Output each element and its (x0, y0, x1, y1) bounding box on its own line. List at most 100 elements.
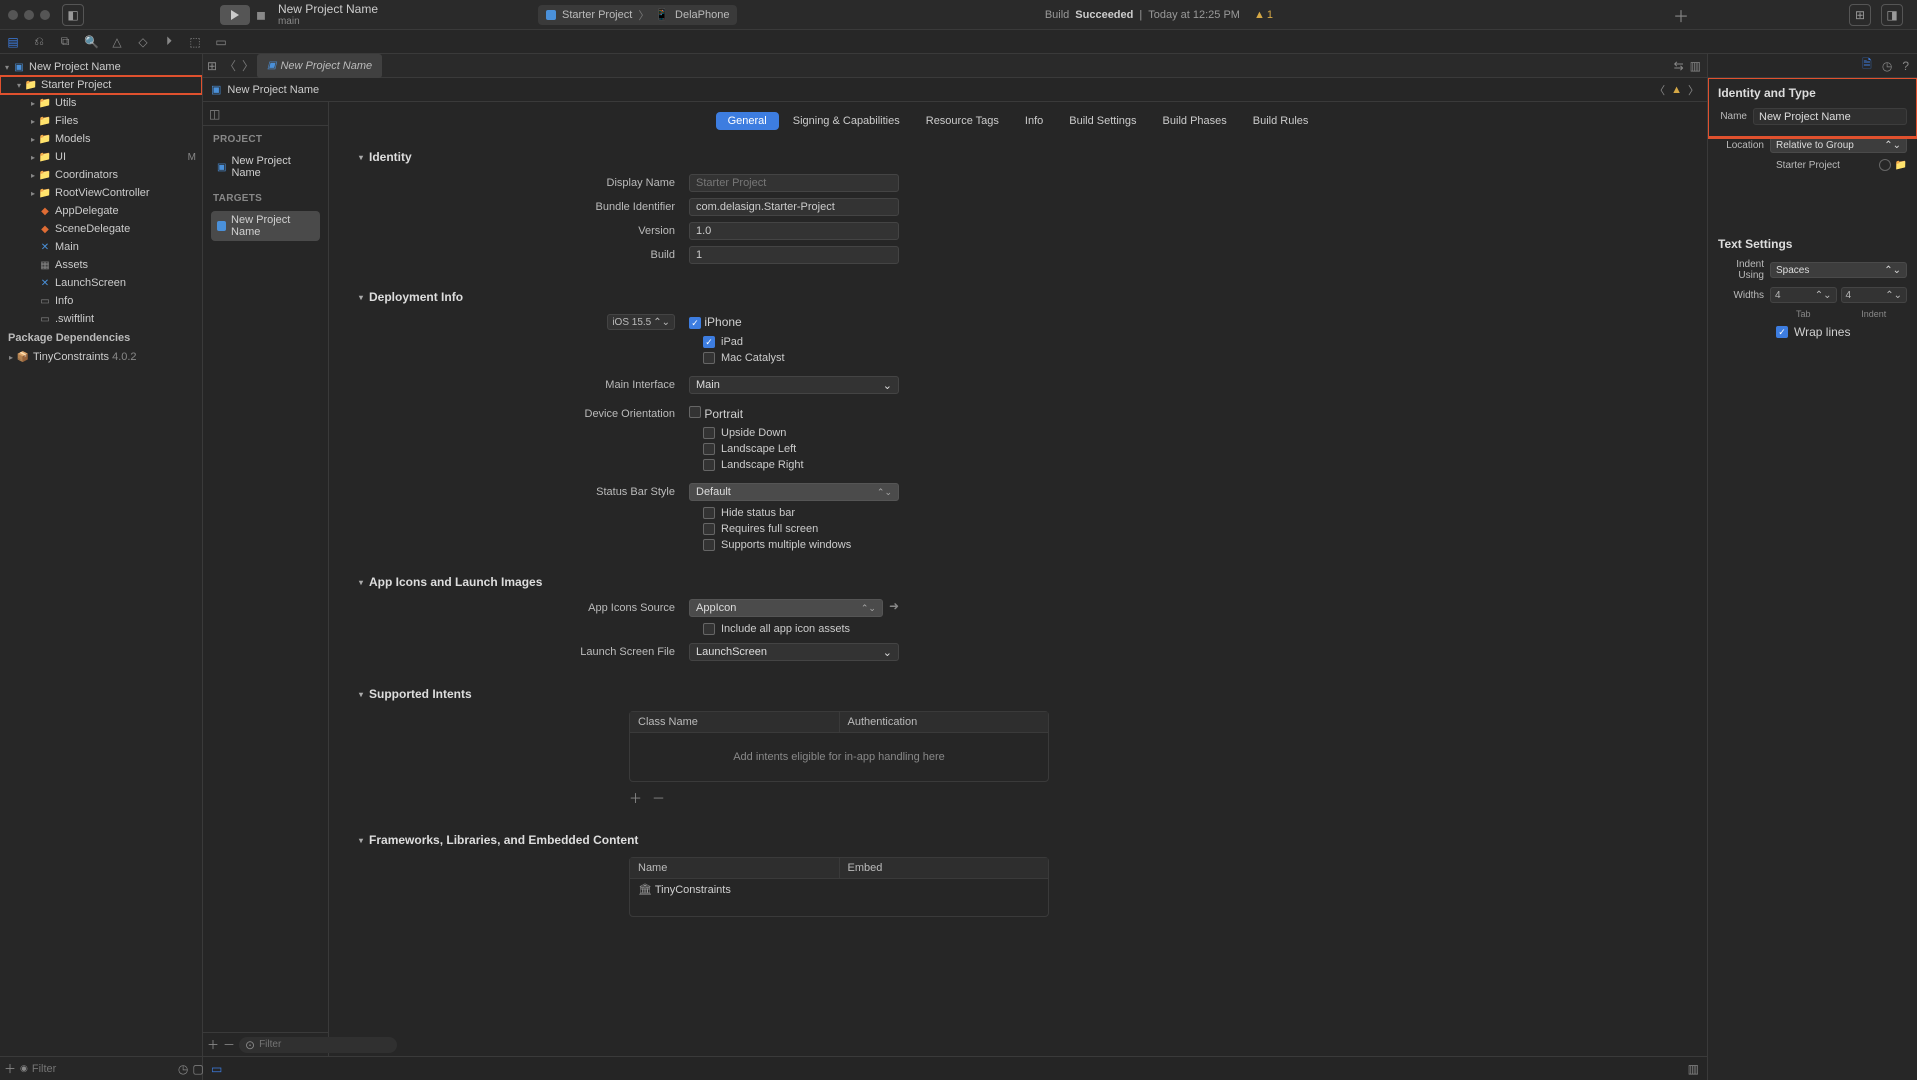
main-interface-combo[interactable]: Main⌄ (689, 376, 899, 394)
right-sidebar-toggle-icon[interactable]: ◨ (1881, 4, 1903, 26)
tab-build-phases[interactable]: Build Phases (1151, 112, 1239, 130)
close-dot[interactable] (8, 10, 18, 20)
hide-status-bar-checkbox[interactable] (703, 507, 715, 519)
upside-down-checkbox[interactable] (703, 427, 715, 439)
appicon-source-popup[interactable]: AppIcon⌃⌄ (689, 599, 883, 617)
source-control-nav-icon[interactable]: ⎌ (32, 34, 46, 49)
console-icon[interactable]: ▭ (211, 1062, 222, 1076)
file-main[interactable]: ✕Main (0, 238, 202, 256)
nav-forward-icon[interactable]: 〉 (239, 57, 257, 74)
add-intent-button[interactable]: ＋ (629, 788, 642, 807)
deployment-header[interactable]: ▾Deployment Info (359, 284, 1677, 314)
folder-utils[interactable]: ▸📁Utils (0, 94, 202, 112)
file-info[interactable]: ▭Info (0, 292, 202, 310)
nav-back-icon[interactable]: 〈 (221, 57, 239, 74)
package-tinyconstraints[interactable]: ▸📦TinyConstraints 4.0.2 (0, 348, 202, 366)
navigator-filter-input[interactable] (32, 1063, 174, 1075)
add-target-button[interactable]: ＋ (207, 1036, 219, 1053)
tab-resource-tags[interactable]: Resource Tags (914, 112, 1011, 130)
new-tab-button[interactable]: ＋ (1673, 3, 1689, 27)
debug-nav-icon[interactable]: ⏵ (162, 34, 176, 49)
tab-project[interactable]: ▣New Project Name (257, 54, 382, 78)
outline-toggle-icon[interactable]: ◫ (209, 107, 220, 121)
multi-window-checkbox[interactable] (703, 539, 715, 551)
build-field[interactable] (689, 246, 899, 264)
symbol-nav-icon[interactable]: ⧉ (58, 34, 72, 49)
help-inspector-tab-icon[interactable]: ? (1902, 59, 1909, 73)
left-sidebar-toggle-icon[interactable]: ◧ (62, 4, 84, 26)
debug-area-toggle-icon[interactable]: ▥ (1688, 1062, 1699, 1076)
status-bar-popup[interactable]: Default⌃⌄ (689, 483, 899, 501)
file-launchscreen[interactable]: ✕LaunchScreen (0, 274, 202, 292)
bundle-id-field[interactable] (689, 198, 899, 216)
landscape-right-checkbox[interactable] (703, 459, 715, 471)
mac-catalyst-checkbox[interactable] (703, 352, 715, 364)
outline-target-item[interactable]: New Project Name (211, 211, 320, 241)
landscape-left-checkbox[interactable] (703, 443, 715, 455)
report-nav-icon[interactable]: ▭ (214, 35, 228, 49)
filter-recent-icon[interactable]: ◷ (178, 1062, 188, 1076)
tab-build-rules[interactable]: Build Rules (1241, 112, 1321, 130)
file-scenedelegate[interactable]: ◆SceneDelegate (0, 220, 202, 238)
insp-name-field[interactable] (1753, 108, 1907, 125)
tab-info[interactable]: Info (1013, 112, 1055, 130)
min-dot[interactable] (24, 10, 34, 20)
appicon-goto-icon[interactable]: ➜ (889, 599, 899, 617)
tab-general[interactable]: General (716, 112, 779, 130)
filter-scope-icon[interactable]: ◉ (20, 1063, 28, 1074)
jumpbar-warning-icon[interactable]: ▲ (1671, 84, 1682, 96)
identity-header[interactable]: ▾Identity (359, 144, 1677, 174)
tab-build-settings[interactable]: Build Settings (1057, 112, 1148, 130)
folder-rootvc[interactable]: ▸📁RootViewController (0, 184, 202, 202)
version-field[interactable] (689, 222, 899, 240)
project-title[interactable]: New Project Name main (278, 2, 378, 27)
full-screen-checkbox[interactable] (703, 523, 715, 535)
folder-files[interactable]: ▸📁Files (0, 112, 202, 130)
include-all-icons-checkbox[interactable] (703, 623, 715, 635)
reveal-folder-icon[interactable] (1879, 159, 1891, 171)
scheme-selector[interactable]: Starter Project 〉 📱 DelaPhone (538, 5, 737, 25)
appicons-header[interactable]: ▾App Icons and Launch Images (359, 569, 1677, 599)
run-button[interactable] (220, 5, 250, 25)
editor-menu-icon[interactable]: ⇆ (1674, 59, 1684, 73)
breakpoint-nav-icon[interactable]: ⬚ (188, 35, 202, 49)
related-items-icon[interactable]: ⊞ (203, 59, 221, 73)
indent-width-stepper[interactable]: 4⌃⌄ (1841, 287, 1908, 303)
library-button[interactable]: ⊞ (1849, 4, 1871, 26)
project-nav-icon[interactable]: ▤ (6, 35, 20, 49)
insp-location-popup[interactable]: Relative to Group⌃⌄ (1770, 137, 1907, 153)
filter-scm-icon[interactable]: ▢ (192, 1062, 203, 1076)
wrap-lines-checkbox[interactable]: ✓ (1776, 326, 1788, 338)
build-status[interactable]: Build Succeeded | Today at 12:25 PM ▲1 (1045, 9, 1273, 21)
framework-row[interactable]: 🏛 TinyConstraints (630, 879, 1048, 900)
editor-split-icon[interactable]: ▥ (1690, 59, 1701, 73)
file-assets[interactable]: ▦Assets (0, 256, 202, 274)
jump-bar[interactable]: ▣New Project Name 〈 ▲ 〉 (203, 78, 1707, 102)
project-root[interactable]: ▾▣New Project Name (0, 58, 202, 76)
folder-coordinators[interactable]: ▸📁Coordinators (0, 166, 202, 184)
jumpbar-back-icon[interactable]: 〈 (1654, 82, 1665, 98)
intents-header[interactable]: ▾Supported Intents (359, 681, 1677, 711)
find-nav-icon[interactable]: 🔍 (84, 35, 98, 49)
portrait-checkbox[interactable] (689, 406, 701, 418)
history-inspector-tab-icon[interactable]: ◷ (1882, 59, 1892, 73)
sidebar-item-starter-project[interactable]: ▾📁Starter Project (0, 76, 202, 94)
file-swiftlint[interactable]: ▭.swiftlint (0, 310, 202, 328)
tab-width-stepper[interactable]: 4⌃⌄ (1770, 287, 1837, 303)
ipad-checkbox[interactable]: ✓ (703, 336, 715, 348)
folder-ui[interactable]: ▸📁UIM (0, 148, 202, 166)
remove-target-button[interactable]: － (223, 1036, 235, 1053)
open-folder-icon[interactable]: 📁 (1895, 160, 1907, 171)
outline-project-item[interactable]: ▣New Project Name (211, 152, 320, 182)
jumpbar-forward-icon[interactable]: 〉 (1688, 82, 1699, 98)
file-inspector-tab-icon[interactable]: 🗎 (1862, 55, 1872, 76)
issue-nav-icon[interactable]: △ (110, 35, 124, 49)
iphone-checkbox[interactable]: ✓ (689, 317, 701, 329)
warning-indicator[interactable]: ▲1 (1254, 9, 1273, 21)
remove-intent-button[interactable]: － (652, 788, 665, 807)
launch-screen-combo[interactable]: LaunchScreen⌄ (689, 643, 899, 661)
file-appdelegate[interactable]: ◆AppDelegate (0, 202, 202, 220)
folder-models[interactable]: ▸📁Models (0, 130, 202, 148)
frameworks-header[interactable]: ▾Frameworks, Libraries, and Embedded Con… (359, 827, 1677, 857)
tab-signing[interactable]: Signing & Capabilities (781, 112, 912, 130)
